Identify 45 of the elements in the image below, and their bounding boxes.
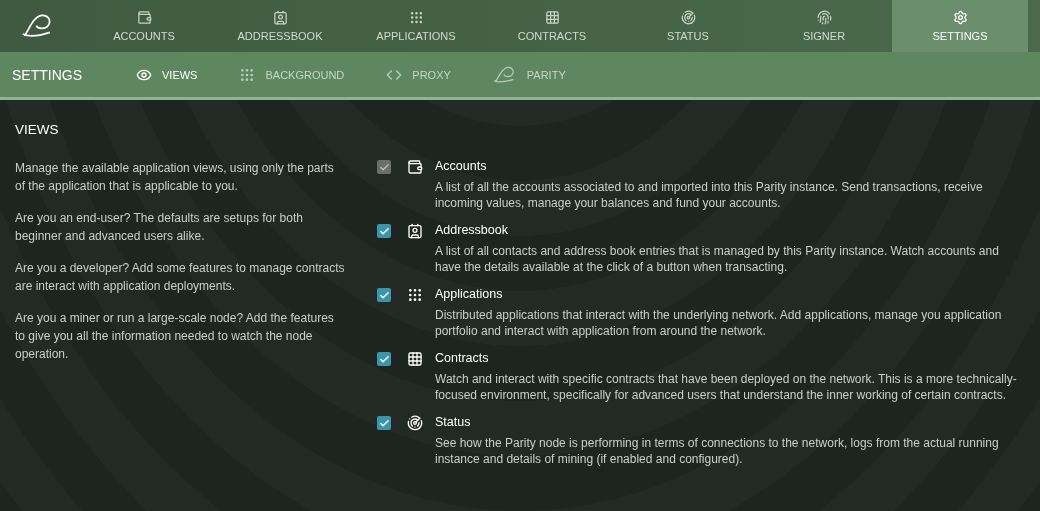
view-checkbox[interactable] <box>377 224 391 238</box>
contact-card-icon <box>407 223 423 239</box>
view-checkbox[interactable] <box>377 416 391 430</box>
radar-icon <box>407 415 423 431</box>
view-description: Watch and interact with specific contracts that have been deployed on the network. This is a more technically-focused environment, specifically for advanced users that understand the inner working of certain contracts. <box>435 371 1018 403</box>
description-text: Manage the available application views, using only the parts of the application that is applicable to you. <box>15 160 335 195</box>
subnav-tab[interactable]: VIEWS <box>136 66 198 83</box>
view-name: Addressbook <box>435 223 509 237</box>
view-description: See how the Parity node is performing in terms of connections to the network, logs from the actual running instance and details of mining (if enabled and configured). <box>435 435 1000 467</box>
contact-card-icon <box>272 10 288 25</box>
view-checkbox[interactable] <box>377 352 391 366</box>
view-name: Status <box>435 415 472 429</box>
view-description: A list of all contacts and address book entries that is managed by this Parity instance. Watch accounts and have the details available at the click of a button when transacting. <box>435 243 1000 275</box>
view-description: Distributed applications that interact with the underlying network. Add applications, manage you application portfolio and interact with application from around the network. <box>435 307 1003 339</box>
description-text: Are you an end-user? The defaults are setups for both beginner and advanced users alike. <box>15 210 304 245</box>
view-description: A list of all the accounts associated to and imported into this Parity instance. Send transactions, receive incoming values, manage your balances and fund your accounts. <box>435 179 984 211</box>
view-name: Contracts <box>435 351 490 365</box>
dot-grid-icon <box>239 66 256 83</box>
view-name: Applications <box>435 287 504 301</box>
wallet-icon <box>407 159 423 175</box>
dot-grid-icon <box>407 287 423 303</box>
logo-icon <box>492 64 517 85</box>
grid-icon <box>544 10 560 25</box>
nav-tab[interactable]: APPLICATIONS <box>348 0 484 52</box>
nav-tab[interactable]: ACCOUNTS <box>76 0 212 52</box>
page-title: SETTINGS <box>12 66 83 83</box>
view-name: Accounts <box>435 159 488 173</box>
grid-icon <box>407 351 423 367</box>
settings-icon <box>952 10 968 25</box>
radar-icon <box>680 10 696 25</box>
description-text: Are you a miner or run a large-scale node? Add the features to give you all the information needed to watch the node operation. <box>15 310 335 363</box>
section-title: VIEWS <box>15 122 60 137</box>
subnav-tab[interactable]: BACKGROUND <box>239 66 345 83</box>
nav-tab[interactable]: SIGNER <box>756 0 892 52</box>
subnav-tab[interactable]: PROXY <box>386 66 451 83</box>
view-checkbox[interactable] <box>377 288 391 302</box>
nav-tab[interactable]: SETTINGS <box>892 0 1028 52</box>
dot-grid-icon <box>408 10 424 25</box>
nav-tab[interactable]: CONTRACTS <box>484 0 620 52</box>
subnav-tab[interactable]: PARITY <box>492 64 566 85</box>
nav-tab[interactable]: ADDRESSBOOK <box>212 0 348 52</box>
nav-tab[interactable]: STATUS <box>620 0 756 52</box>
fingerprint-icon <box>816 10 832 25</box>
description-text: Are you a developer? Add some features to manage contracts are interact with application deployments. <box>15 260 346 295</box>
wallet-icon <box>136 10 152 25</box>
